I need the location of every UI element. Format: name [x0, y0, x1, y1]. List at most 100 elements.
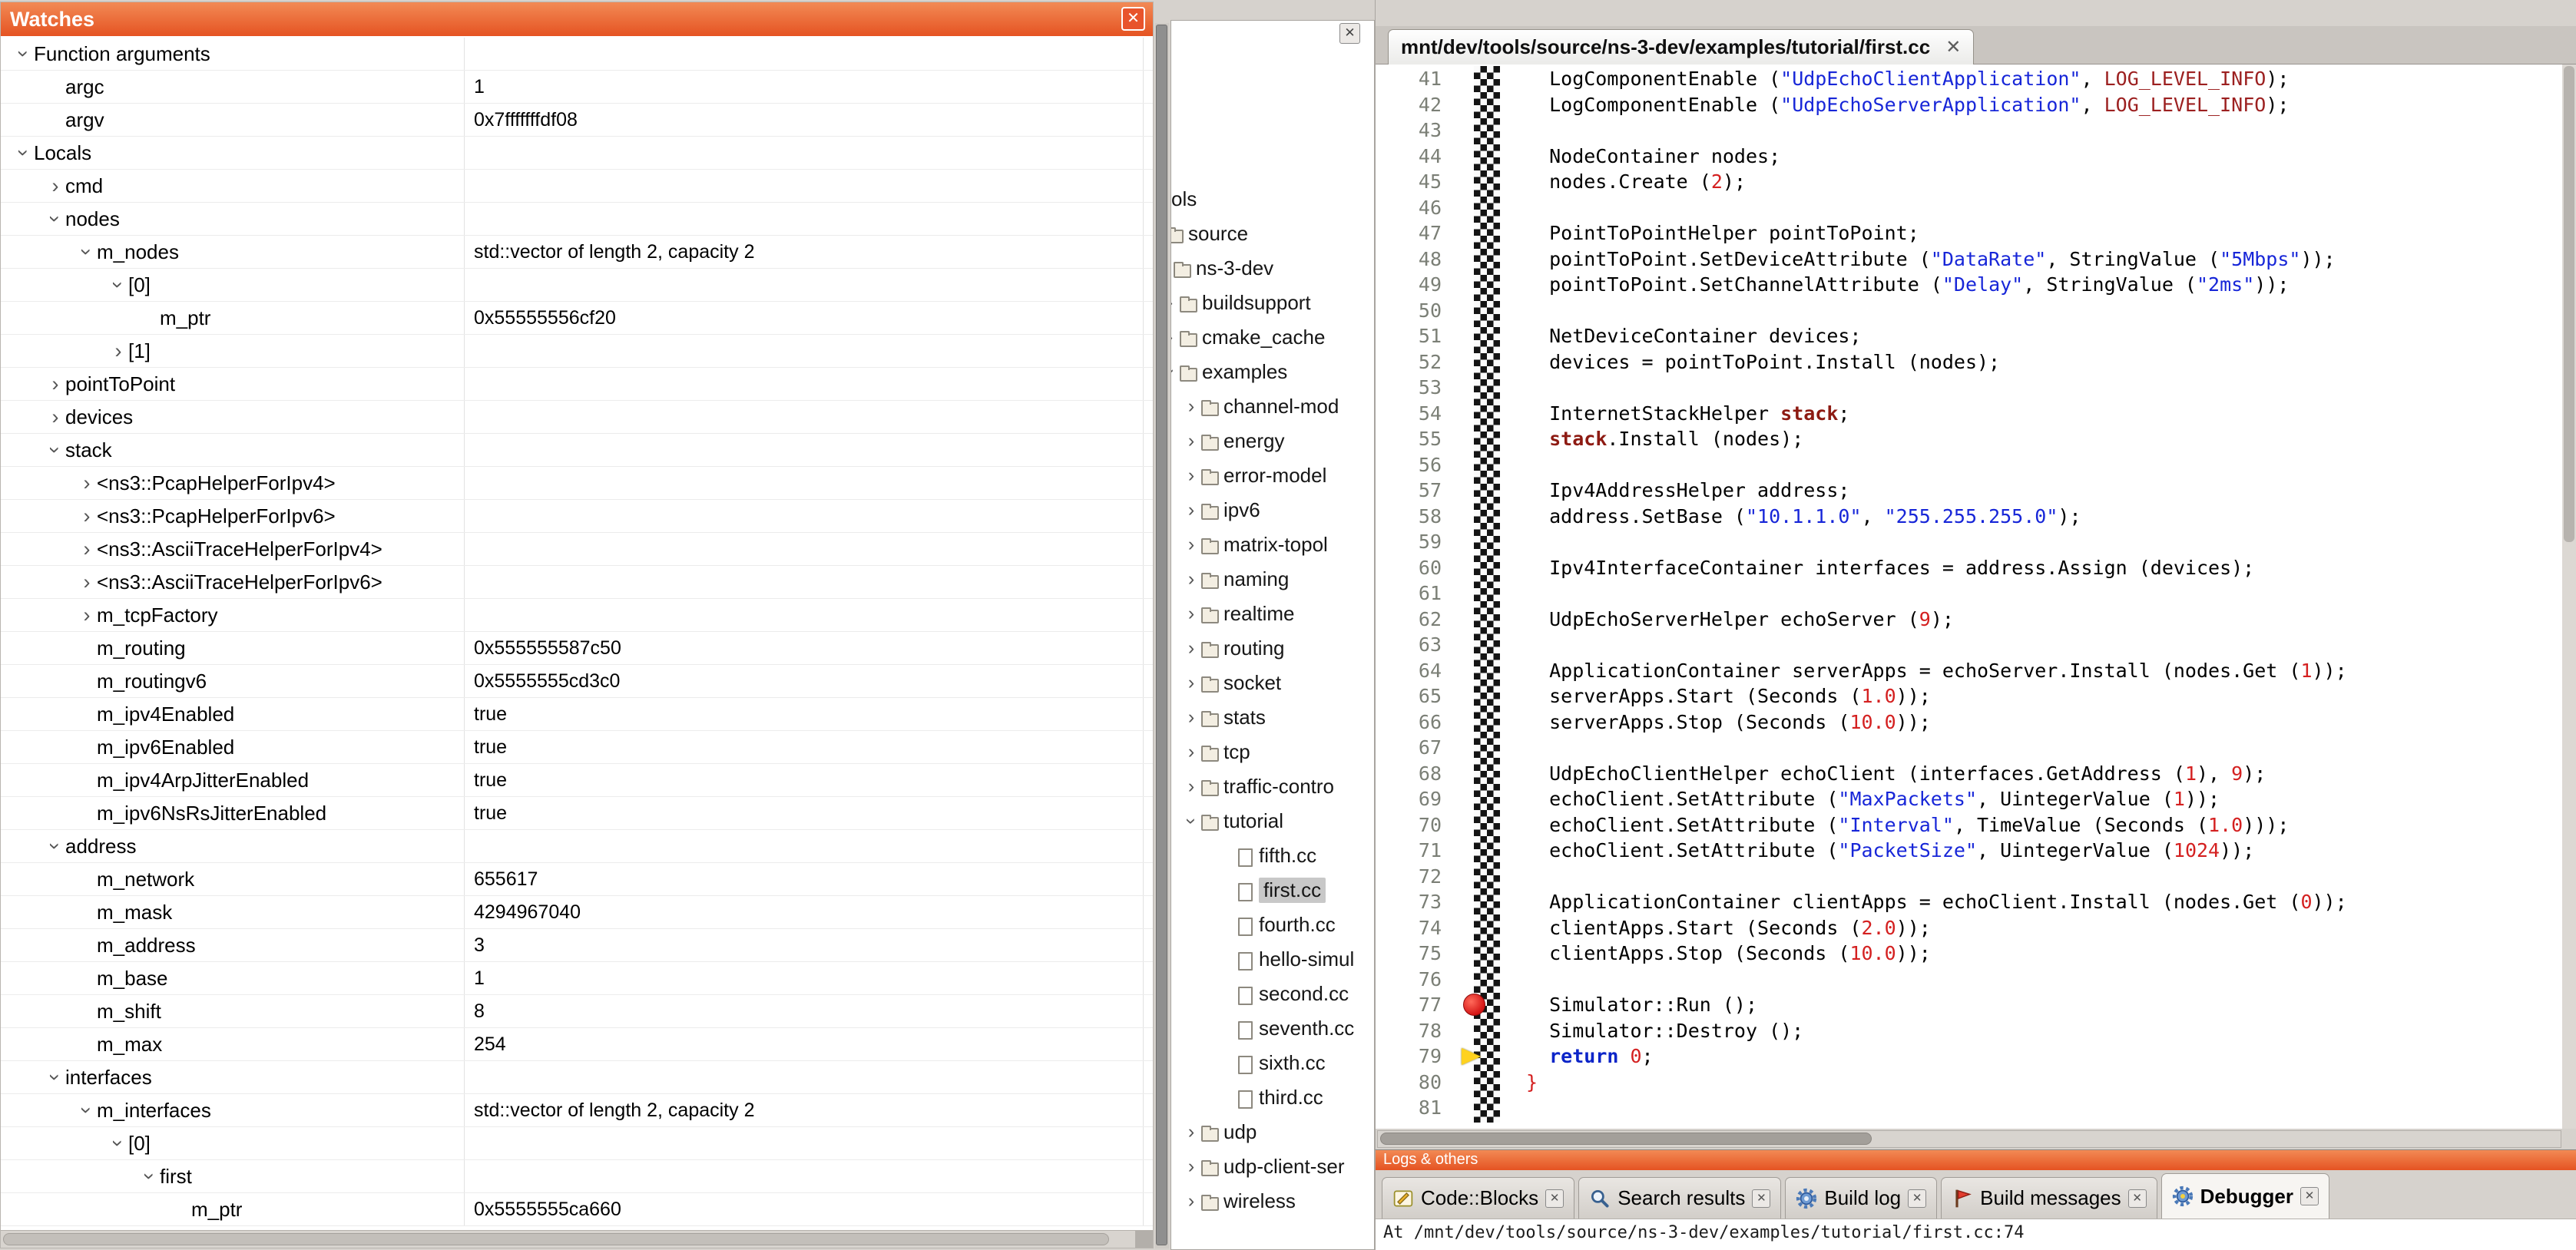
watch-row[interactable]: ›devices: [1, 401, 1153, 434]
tab-code-blocks[interactable]: Code::Blocks✕: [1382, 1177, 1574, 1219]
line-number[interactable]: 53: [1376, 375, 1449, 401]
watch-row[interactable]: ›[0]: [1, 1127, 1153, 1160]
collapse-icon[interactable]: ›: [39, 209, 71, 229]
expand-icon[interactable]: ›: [77, 467, 97, 499]
watch-row[interactable]: ›pointToPoint: [1, 368, 1153, 401]
tree-vscrollbar-thumb[interactable]: [1156, 25, 1167, 1245]
editor-hscrollbar-thumb[interactable]: [1380, 1133, 1872, 1145]
line-number[interactable]: 64: [1376, 658, 1449, 684]
code-line[interactable]: 47 PointToPointHelper pointToPoint;: [1376, 220, 2563, 246]
code-line[interactable]: 64 ApplicationContainer serverApps = ech…: [1376, 658, 2563, 684]
watches-hscrollbar[interactable]: [1, 1230, 1153, 1248]
expand-icon[interactable]: ›: [1182, 1156, 1200, 1178]
gutter-marker-cell[interactable]: [1449, 864, 1526, 890]
code-line[interactable]: 48 pointToPoint.SetDeviceAttribute ("Dat…: [1376, 246, 2563, 273]
line-number[interactable]: 45: [1376, 169, 1449, 195]
code-line[interactable]: 54 InternetStackHelper stack;: [1376, 401, 2563, 427]
tree-item[interactable]: second.cc: [1171, 977, 1374, 1011]
tree-item[interactable]: ›matrix-topol: [1171, 527, 1374, 562]
gutter-marker-cell[interactable]: [1449, 709, 1526, 736]
code-line[interactable]: 59: [1376, 529, 2563, 555]
line-number[interactable]: 47: [1376, 220, 1449, 246]
expand-icon[interactable]: ›: [1182, 603, 1200, 625]
tree-item[interactable]: seventh.cc: [1171, 1011, 1374, 1046]
expand-icon[interactable]: ›: [45, 170, 65, 202]
line-number[interactable]: 69: [1376, 786, 1449, 812]
gutter-marker-cell[interactable]: [1449, 683, 1526, 709]
watch-row[interactable]: ›m_address3: [1, 929, 1153, 962]
watch-row[interactable]: ›address: [1, 830, 1153, 863]
expand-icon[interactable]: ›: [1182, 1121, 1200, 1143]
tree-vscrollbar[interactable]: [1155, 23, 1169, 1248]
collapse-icon[interactable]: ›: [102, 275, 134, 295]
gutter-marker-cell[interactable]: [1449, 195, 1526, 221]
editor-hscrollbar[interactable]: [1377, 1130, 2561, 1148]
watch-row[interactable]: ›<ns3::AsciiTraceHelperForIpv6>: [1, 566, 1153, 599]
line-number[interactable]: 73: [1376, 889, 1449, 915]
tree-item[interactable]: ›udp-client-ser: [1171, 1149, 1374, 1184]
watch-row[interactable]: ›m_network655617: [1, 863, 1153, 896]
expand-icon[interactable]: ›: [108, 335, 128, 367]
line-number[interactable]: 41: [1376, 66, 1449, 92]
expand-icon[interactable]: ›: [1171, 326, 1179, 349]
gutter-marker-cell[interactable]: [1449, 786, 1526, 812]
tree-item[interactable]: ›tcp: [1171, 735, 1374, 769]
gutter-marker-cell[interactable]: [1449, 504, 1526, 530]
watch-row[interactable]: ›m_ipv6Enabledtrue: [1, 731, 1153, 764]
gutter-marker-cell[interactable]: [1449, 529, 1526, 555]
expand-icon[interactable]: ›: [1182, 706, 1200, 729]
gutter-marker-cell[interactable]: [1449, 298, 1526, 324]
watch-row[interactable]: ›m_ipv4ArpJitterEnabledtrue: [1, 764, 1153, 797]
line-number[interactable]: 44: [1376, 144, 1449, 170]
watch-row[interactable]: ›stack: [1, 434, 1153, 467]
watch-row[interactable]: ›Locals: [1, 137, 1153, 170]
line-number[interactable]: 75: [1376, 941, 1449, 967]
expand-icon[interactable]: ›: [45, 368, 65, 400]
gutter-marker-cell[interactable]: [1449, 1043, 1526, 1070]
gutter-marker-cell[interactable]: [1449, 92, 1526, 118]
gutter-marker-cell[interactable]: [1449, 452, 1526, 478]
code-line[interactable]: 77 Simulator::Run ();: [1376, 992, 2563, 1018]
code-line[interactable]: 66 serverApps.Stop (Seconds (10.0));: [1376, 709, 2563, 736]
editor-vscrollbar[interactable]: [2562, 64, 2576, 1129]
tab-build-messages[interactable]: Build messages✕: [1941, 1177, 2157, 1219]
editor-vscrollbar-thumb[interactable]: [2564, 66, 2574, 542]
tab-build-log[interactable]: Build log✕: [1785, 1177, 1937, 1219]
collapse-icon[interactable]: ›: [134, 1166, 166, 1186]
tree-item[interactable]: ns-3-dev: [1171, 251, 1374, 286]
line-number[interactable]: 67: [1376, 735, 1449, 761]
line-number[interactable]: 55: [1376, 426, 1449, 452]
tree-item[interactable]: fourth.cc: [1171, 908, 1374, 942]
line-number[interactable]: 77: [1376, 992, 1449, 1018]
tree-item[interactable]: ›tutorial: [1171, 804, 1374, 838]
code-line[interactable]: 52 devices = pointToPoint.Install (nodes…: [1376, 349, 2563, 375]
watch-row[interactable]: ›m_ipv4Enabledtrue: [1, 698, 1153, 731]
expand-icon[interactable]: ›: [1182, 568, 1200, 590]
line-number[interactable]: 52: [1376, 349, 1449, 375]
tree-item[interactable]: ›buildsupport: [1171, 286, 1374, 320]
line-number[interactable]: 65: [1376, 683, 1449, 709]
line-number[interactable]: 58: [1376, 504, 1449, 530]
watch-row[interactable]: ›Function arguments: [1, 38, 1153, 71]
watches-hscrollbar-thumb[interactable]: [3, 1233, 1109, 1245]
collapse-icon[interactable]: ›: [39, 440, 71, 460]
expand-icon[interactable]: ›: [1182, 741, 1200, 763]
collapse-icon[interactable]: ›: [8, 143, 40, 163]
expand-icon[interactable]: ›: [1171, 292, 1179, 314]
line-number[interactable]: 59: [1376, 529, 1449, 555]
line-number[interactable]: 57: [1376, 478, 1449, 504]
collapse-icon[interactable]: ›: [1180, 812, 1203, 831]
watches-close-icon[interactable]: ✕: [1121, 7, 1145, 31]
code-line[interactable]: 58 address.SetBase ("10.1.1.0", "255.255…: [1376, 504, 2563, 530]
line-number[interactable]: 63: [1376, 632, 1449, 658]
collapse-icon[interactable]: ›: [71, 1100, 103, 1120]
gutter-marker-cell[interactable]: [1449, 761, 1526, 787]
line-number[interactable]: 42: [1376, 92, 1449, 118]
tree-item[interactable]: ›udp: [1171, 1115, 1374, 1149]
code-line[interactable]: 80}: [1376, 1070, 2563, 1096]
line-number[interactable]: 76: [1376, 967, 1449, 993]
gutter-marker-cell[interactable]: [1449, 941, 1526, 967]
gutter-marker-cell[interactable]: [1449, 812, 1526, 838]
tree-item[interactable]: source: [1171, 217, 1374, 251]
tree-item[interactable]: ›naming: [1171, 562, 1374, 597]
